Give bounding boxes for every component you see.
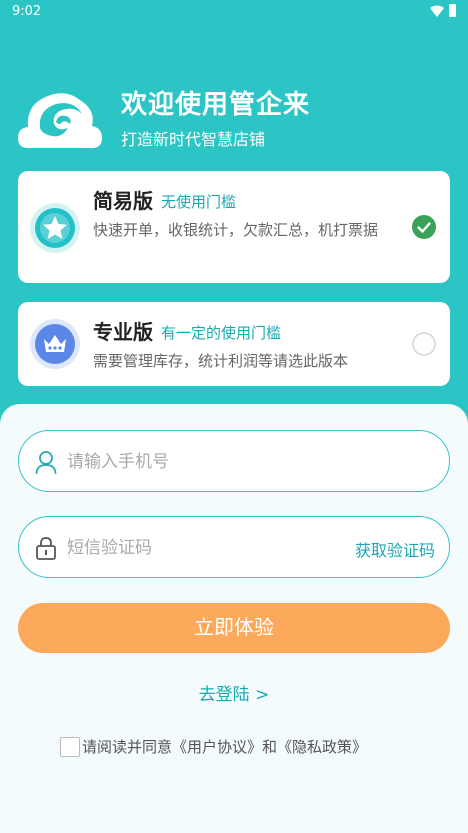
agreement-checkbox[interactable]: [60, 737, 80, 757]
sms-code-field[interactable]: 获取验证码: [18, 516, 450, 578]
lock-icon: [36, 537, 56, 560]
plan-description: 快速开单，收银统计，欠款汇总，机打票据: [93, 221, 379, 239]
wifi-icon: [430, 5, 444, 17]
phone-input[interactable]: [67, 443, 347, 481]
crown-badge-icon: [30, 319, 80, 369]
plan-name: 专业版: [93, 320, 153, 344]
plan-description: 需要管理库存，统计利润等请选此版本: [93, 352, 349, 370]
sms-code-input[interactable]: [67, 529, 347, 567]
try-now-button[interactable]: 立即体验: [18, 603, 450, 653]
checked-circle-icon[interactable]: [412, 215, 436, 239]
app-title: 欢迎使用管企来: [121, 90, 311, 120]
star-badge-icon: [30, 203, 80, 253]
status-time: 9:02: [12, 4, 42, 19]
phone-field[interactable]: [18, 430, 450, 492]
agreement-text[interactable]: 请阅读并同意《用户协议》和《隐私政策》: [82, 736, 367, 757]
user-icon: [35, 451, 57, 474]
go-login-link[interactable]: 去登陆 >: [0, 680, 468, 705]
app-subtitle: 打造新时代智慧店铺: [121, 130, 266, 149]
plan-name: 简易版: [93, 189, 153, 213]
brand-header: 欢迎使用管企来 打造新时代智慧店铺: [18, 78, 448, 158]
battery-icon: [449, 4, 456, 17]
plan-card-pro[interactable]: 专业版 有一定的使用门槛 需要管理库存，统计利润等请选此版本: [18, 302, 450, 386]
login-panel: 获取验证码 立即体验 去登陆 > 请阅读并同意《用户协议》和《隐私政策》: [0, 404, 468, 833]
cloud-wave-logo-icon: [18, 93, 102, 148]
unchecked-circle-icon[interactable]: [412, 332, 436, 356]
status-bar: 9:02: [0, 0, 468, 24]
plan-tag: 无使用门槛: [161, 193, 237, 211]
plan-tag: 有一定的使用门槛: [161, 324, 282, 342]
get-code-button[interactable]: 获取验证码: [355, 537, 435, 561]
plan-card-simple[interactable]: 简易版 无使用门槛 快速开单，收银统计，欠款汇总，机打票据: [18, 171, 450, 283]
